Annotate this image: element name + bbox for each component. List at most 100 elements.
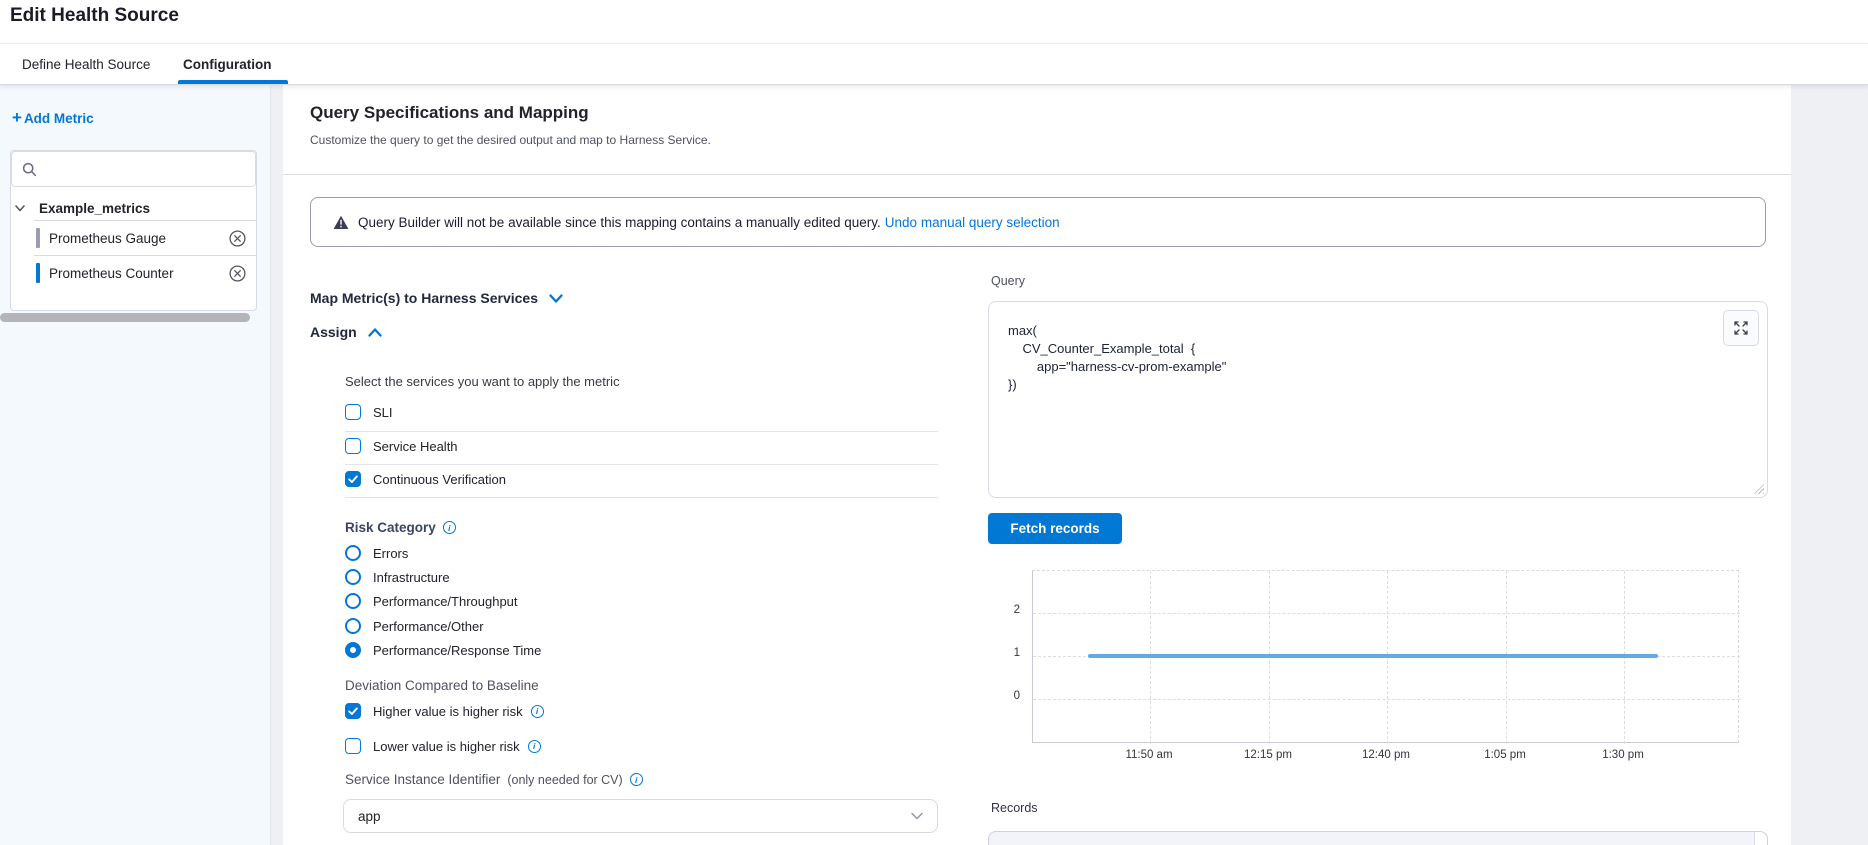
query-text: max( CV_Counter_Example_total { app="har… xyxy=(1008,322,1226,394)
radio-label: Performance/Response Time xyxy=(373,643,541,658)
sli-checkbox[interactable] xyxy=(345,404,361,420)
y-axis-tick: 1 xyxy=(990,647,1020,659)
metric-group-label: Example_metrics xyxy=(39,201,150,216)
performance-response-time-radio[interactable] xyxy=(345,642,361,658)
risk-category-text: Risk Category xyxy=(345,520,436,535)
radio-row-performance-other[interactable]: Performance/Other xyxy=(345,618,484,634)
query-label: Query xyxy=(991,274,1025,288)
info-icon[interactable]: i xyxy=(630,773,643,786)
info-icon[interactable]: i xyxy=(531,705,544,718)
remove-metric-icon[interactable] xyxy=(228,229,246,247)
continuous-verification-checkbox[interactable] xyxy=(345,471,361,487)
performance-other-radio[interactable] xyxy=(345,618,361,634)
info-icon[interactable]: i xyxy=(528,740,541,753)
checkbox-label: Higher value is higher risk xyxy=(373,704,523,719)
checkbox-row-higher-value[interactable]: Higher value is higher risk i xyxy=(345,703,544,719)
edit-health-source-page: Edit Health Source Define Health Source … xyxy=(0,0,1868,845)
errors-radio[interactable] xyxy=(345,545,361,561)
chevron-down-icon xyxy=(13,201,27,215)
sii-suffix: (only needed for CV) xyxy=(507,773,622,787)
radio-label: Infrastructure xyxy=(373,570,450,585)
radio-row-errors[interactable]: Errors xyxy=(345,545,408,561)
checkbox-label: Lower value is higher risk xyxy=(373,739,520,754)
checkbox-row-lower-value[interactable]: Lower value is higher risk i xyxy=(345,738,541,754)
search-icon xyxy=(22,162,37,177)
radio-row-performance-throughput[interactable]: Performance/Throughput xyxy=(345,593,518,609)
map-metric-header-label: Map Metric(s) to Harness Services xyxy=(310,290,538,306)
y-axis-tick: 0 xyxy=(990,690,1020,702)
undo-query-selection-link[interactable]: Undo manual query selection xyxy=(885,215,1060,230)
divider xyxy=(283,174,1791,175)
radio-row-infrastructure[interactable]: Infrastructure xyxy=(345,569,450,585)
service-instance-identifier-label: Service Instance Identifier (only needed… xyxy=(345,772,643,787)
expand-query-button[interactable] xyxy=(1723,310,1759,346)
warning-icon xyxy=(333,215,349,230)
active-tab-indicator xyxy=(178,80,288,84)
metric-search-input[interactable] xyxy=(45,155,255,183)
checkbox-label: Service Health xyxy=(373,439,458,454)
assign-section-header[interactable]: Assign xyxy=(310,324,383,340)
query-builder-warning: Query Builder will not be available sinc… xyxy=(310,197,1766,247)
radio-label: Performance/Other xyxy=(373,619,484,634)
divider xyxy=(345,431,938,432)
selection-bar xyxy=(36,228,40,248)
infrastructure-radio[interactable] xyxy=(345,569,361,585)
metric-group-row[interactable]: Example_metrics xyxy=(13,195,256,221)
service-instance-dropdown[interactable]: app xyxy=(343,799,938,833)
assign-header-label: Assign xyxy=(310,324,357,340)
add-metric-button[interactable]: + Add Metric xyxy=(12,110,94,126)
metrics-sidebar: + Add Metric Example_metrics Prometh xyxy=(0,85,271,845)
divider xyxy=(345,497,938,498)
checkbox-row-continuous-verification[interactable]: Continuous Verification xyxy=(345,471,506,487)
tab-bar: Define Health Source Configuration xyxy=(0,43,1868,85)
deviation-label: Deviation Compared to Baseline xyxy=(345,678,539,693)
section-subtitle: Customize the query to get the desired o… xyxy=(310,133,711,147)
metric-series-line xyxy=(1088,654,1658,658)
service-health-checkbox[interactable] xyxy=(345,438,361,454)
checkbox-row-service-health[interactable]: Service Health xyxy=(345,438,458,454)
chevron-down-icon xyxy=(911,812,923,820)
map-metric-section-header[interactable]: Map Metric(s) to Harness Services xyxy=(310,290,564,306)
dropdown-value: app xyxy=(358,809,381,824)
sidebar-horizontal-scrollbar[interactable] xyxy=(0,313,250,322)
chevron-up-icon xyxy=(367,326,383,339)
info-icon[interactable]: i xyxy=(443,521,456,534)
expand-icon xyxy=(1733,320,1749,336)
checkbox-label: Continuous Verification xyxy=(373,472,506,487)
higher-value-checkbox[interactable] xyxy=(345,703,361,719)
checkbox-label: SLI xyxy=(373,405,393,420)
lower-value-checkbox[interactable] xyxy=(345,738,361,754)
query-resize-handle[interactable] xyxy=(1751,481,1764,494)
plus-icon: + xyxy=(12,110,22,126)
performance-throughput-radio[interactable] xyxy=(345,593,361,609)
metric-item-prometheus-gauge[interactable]: Prometheus Gauge xyxy=(11,221,257,255)
tab-define-health-source[interactable]: Define Health Source xyxy=(22,44,150,85)
radio-row-performance-response-time[interactable]: Performance/Response Time xyxy=(345,642,541,658)
metric-search xyxy=(11,151,256,187)
section-title: Query Specifications and Mapping xyxy=(310,103,589,123)
warning-text: Query Builder will not be available sinc… xyxy=(358,215,881,230)
check-icon xyxy=(347,473,359,485)
fetch-records-button[interactable]: Fetch records xyxy=(988,513,1122,544)
risk-category-label: Risk Category i xyxy=(345,520,456,535)
metric-item-label: Prometheus Gauge xyxy=(49,231,228,246)
radio-label: Performance/Throughput xyxy=(373,594,518,609)
x-axis-tick: 12:40 pm xyxy=(1346,749,1426,761)
sii-text: Service Instance Identifier xyxy=(345,772,500,787)
x-axis-tick: 1:30 pm xyxy=(1583,749,1663,761)
deviation-text: Deviation Compared to Baseline xyxy=(345,678,539,693)
x-axis-tick: 1:05 pm xyxy=(1465,749,1545,761)
tab-configuration[interactable]: Configuration xyxy=(183,44,271,85)
checkbox-row-sli[interactable]: SLI xyxy=(345,404,393,420)
page-title: Edit Health Source xyxy=(10,5,179,27)
gridline xyxy=(1033,613,1740,614)
metric-item-prometheus-counter[interactable]: Prometheus Counter xyxy=(11,256,257,290)
query-editor[interactable]: max( CV_Counter_Example_total { app="har… xyxy=(988,301,1768,498)
radio-label: Errors xyxy=(373,546,408,561)
records-scrollbar[interactable] xyxy=(1754,832,1767,845)
chart-plot-area xyxy=(1032,570,1739,743)
add-metric-label: Add Metric xyxy=(24,111,94,126)
records-panel xyxy=(988,831,1768,845)
services-select-label: Select the services you want to apply th… xyxy=(345,374,620,389)
remove-metric-icon[interactable] xyxy=(228,264,246,282)
